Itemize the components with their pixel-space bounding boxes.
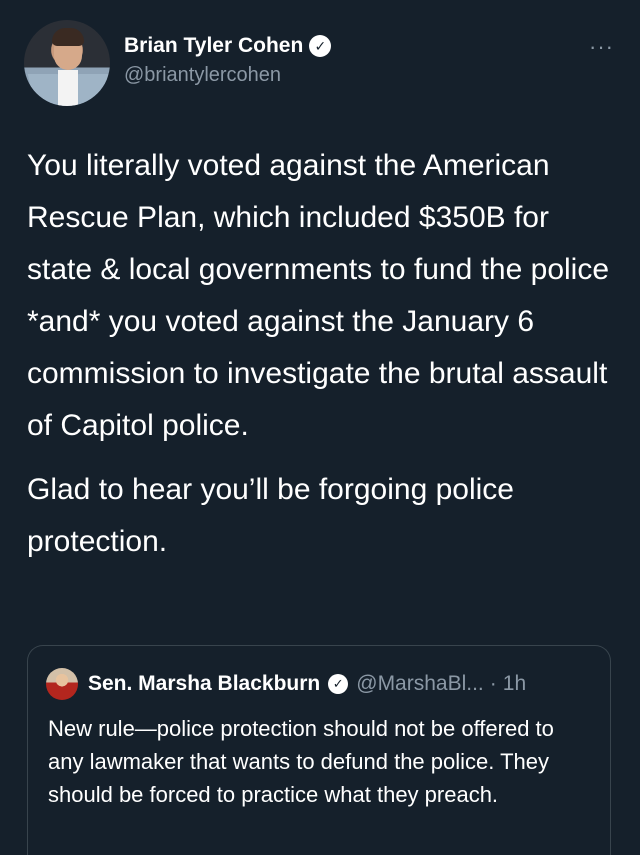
avatar-hair: [52, 28, 84, 46]
quoted-author-name: Sen. Marsha Blackburn: [88, 672, 321, 695]
quoted-author-handle: @MarshaBl...: [356, 672, 484, 695]
tweet-paragraph-1: You literally voted against the American…: [27, 149, 610, 442]
quoted-verified-badge-icon: ✓: [328, 674, 349, 694]
tweet-header: Brian Tyler Cohen ✓ @briantylercohen ···: [24, 20, 620, 108]
avatar-shirt: [58, 70, 78, 106]
author-display-name[interactable]: Brian Tyler Cohen: [124, 34, 303, 58]
more-options-icon[interactable]: ···: [589, 34, 614, 60]
quoted-separator: ·: [489, 672, 497, 695]
author-avatar[interactable]: [24, 20, 110, 106]
tweet-body: You literally voted against the American…: [27, 140, 617, 580]
author-handle[interactable]: @briantylercohen: [124, 64, 331, 87]
quoted-author-avatar: [46, 668, 78, 700]
tweet-paragraph-2: Glad to hear you’ll be forgoing police p…: [27, 473, 514, 558]
author-name-row[interactable]: Brian Tyler Cohen ✓: [124, 34, 332, 58]
quoted-tweet-card[interactable]: Sen. Marsha Blackburn ✓ @MarshaBl... · 1…: [27, 645, 611, 855]
author-info: Brian Tyler Cohen ✓ @briantylercohen: [124, 34, 332, 87]
quoted-timestamp: 1h: [502, 672, 527, 695]
quoted-tweet-header: Sen. Marsha Blackburn ✓ @MarshaBl... · 1…: [46, 668, 526, 700]
quoted-tweet-text: New rule—police protection should not be…: [48, 716, 554, 807]
verified-badge-icon: ✓: [309, 35, 332, 57]
